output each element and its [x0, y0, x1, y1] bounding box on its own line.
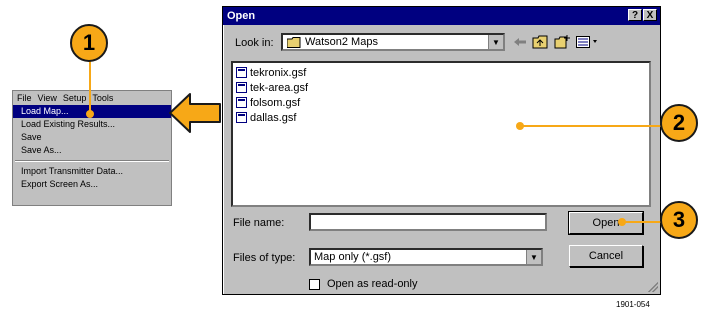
- dialog-titlebar: Open ? X: [223, 7, 660, 25]
- map-file-icon: [236, 97, 247, 108]
- view-menu-icon[interactable]: [575, 34, 601, 50]
- resize-grip[interactable]: [648, 282, 658, 292]
- file-name: folsom.gsf: [250, 96, 301, 109]
- file-name-label: File name:: [233, 217, 285, 229]
- callout-1: 1: [70, 24, 108, 62]
- menu-item-import-transmitter[interactable]: Import Transmitter Data...: [13, 165, 171, 178]
- chevron-down-icon[interactable]: ▼: [526, 250, 541, 264]
- files-of-type-label: Files of type:: [233, 252, 296, 264]
- menu-bar: File View Setup Tools: [13, 91, 171, 105]
- callout-3-leader: [624, 221, 662, 223]
- file-menu: File View Setup Tools Load Map... Load E…: [12, 90, 172, 206]
- read-only-checkbox[interactable]: [309, 279, 320, 290]
- arrow-icon: [169, 93, 221, 133]
- menu-separator: [15, 160, 169, 162]
- look-in-label: Look in:: [235, 37, 274, 49]
- callout-1-dot: [86, 110, 94, 118]
- open-dialog: Open ? X Look in: Watson2 Maps ▼ tekroni…: [222, 6, 661, 295]
- folder-icon: [287, 36, 301, 48]
- menu-view[interactable]: View: [38, 91, 57, 105]
- files-of-type-value: Map only (*.gsf): [314, 251, 392, 263]
- file-name: dallas.gsf: [250, 111, 297, 124]
- files-of-type-select[interactable]: Map only (*.gsf) ▼: [309, 248, 543, 266]
- map-file-icon: [236, 67, 247, 78]
- menu-file[interactable]: File: [17, 91, 32, 105]
- cancel-button[interactable]: Cancel: [569, 245, 643, 267]
- file-item[interactable]: dallas.gsf: [236, 110, 646, 125]
- look-in-combo[interactable]: Watson2 Maps ▼: [281, 33, 505, 51]
- read-only-label: Open as read-only: [327, 278, 418, 290]
- callout-1-leader: [89, 56, 91, 112]
- map-file-icon: [236, 112, 247, 123]
- chevron-down-icon[interactable]: ▼: [488, 35, 503, 49]
- look-in-value: Watson2 Maps: [305, 36, 378, 48]
- file-name: tekronix.gsf: [250, 66, 307, 79]
- menu-item-export-screen[interactable]: Export Screen As...: [13, 178, 171, 191]
- dialog-title: Open: [227, 10, 256, 22]
- callout-3: 3: [660, 201, 698, 239]
- open-button[interactable]: Open: [568, 211, 644, 235]
- back-icon[interactable]: [511, 34, 529, 50]
- file-item[interactable]: tek-area.gsf: [236, 80, 646, 95]
- file-item[interactable]: folsom.gsf: [236, 95, 646, 110]
- file-item[interactable]: tekronix.gsf: [236, 65, 646, 80]
- figure-id: 1901-054: [616, 300, 650, 309]
- file-name: tek-area.gsf: [250, 81, 309, 94]
- help-button[interactable]: ?: [628, 9, 642, 21]
- menu-tools[interactable]: Tools: [92, 91, 113, 105]
- callout-2-leader: [522, 125, 662, 127]
- menu-item-save-as[interactable]: Save As...: [13, 144, 171, 157]
- file-name-input[interactable]: [309, 213, 547, 231]
- new-folder-icon[interactable]: [553, 34, 571, 50]
- callout-2: 2: [660, 104, 698, 142]
- map-file-icon: [236, 82, 247, 93]
- file-list[interactable]: tekronix.gsf tek-area.gsf folsom.gsf dal…: [231, 61, 651, 207]
- menu-setup[interactable]: Setup: [63, 91, 87, 105]
- close-button[interactable]: X: [643, 9, 657, 21]
- menu-item-load-existing-results[interactable]: Load Existing Results...: [13, 118, 171, 131]
- up-folder-icon[interactable]: [531, 34, 549, 50]
- menu-item-save[interactable]: Save: [13, 131, 171, 144]
